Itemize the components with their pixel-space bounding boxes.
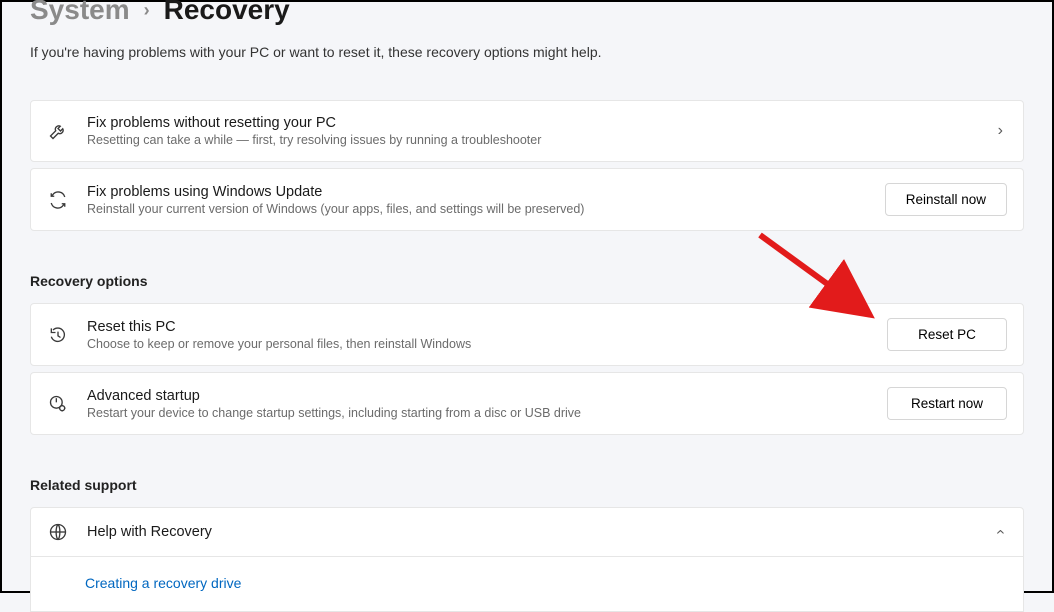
wrench-icon	[47, 121, 69, 141]
creating-recovery-drive-link[interactable]: Creating a recovery drive	[85, 575, 241, 591]
page-subtitle: If you're having problems with your PC o…	[30, 44, 1024, 60]
breadcrumb: System › Recovery	[30, 0, 1024, 26]
reset-pc-button[interactable]: Reset PC	[887, 318, 1007, 351]
section-related-support: Related support	[30, 477, 1024, 493]
card-windows-update: Fix problems using Windows Update Reinst…	[30, 168, 1024, 231]
card-reset-pc: Reset this PC Choose to keep or remove y…	[30, 303, 1024, 366]
chevron-up-icon: ›	[991, 525, 1009, 538]
card-fix-problems[interactable]: Fix problems without resetting your PC R…	[30, 100, 1024, 162]
card-desc: Reinstall your current version of Window…	[87, 202, 867, 216]
card-help-recovery[interactable]: Help with Recovery ›	[30, 507, 1024, 557]
breadcrumb-current: Recovery	[164, 0, 290, 26]
card-title: Fix problems without resetting your PC	[87, 115, 976, 131]
restart-now-button[interactable]: Restart now	[887, 387, 1007, 420]
sync-icon	[47, 191, 69, 209]
card-title: Advanced startup	[87, 388, 869, 404]
section-recovery-options: Recovery options	[30, 273, 1024, 289]
power-gear-icon	[47, 394, 69, 414]
card-title: Help with Recovery	[87, 524, 976, 540]
card-desc: Resetting can take a while — first, try …	[87, 133, 976, 147]
reset-icon	[47, 325, 69, 345]
card-advanced-startup: Advanced startup Restart your device to …	[30, 372, 1024, 435]
card-desc: Restart your device to change startup se…	[87, 406, 869, 420]
help-link-row: Creating a recovery drive	[30, 557, 1024, 612]
globe-icon	[47, 522, 69, 542]
breadcrumb-parent[interactable]: System	[30, 0, 130, 26]
reinstall-now-button[interactable]: Reinstall now	[885, 183, 1007, 216]
card-title: Reset this PC	[87, 319, 869, 335]
chevron-right-icon: ›	[144, 0, 150, 21]
chevron-right-icon: ›	[994, 122, 1007, 140]
card-title: Fix problems using Windows Update	[87, 184, 867, 200]
card-desc: Choose to keep or remove your personal f…	[87, 337, 869, 351]
